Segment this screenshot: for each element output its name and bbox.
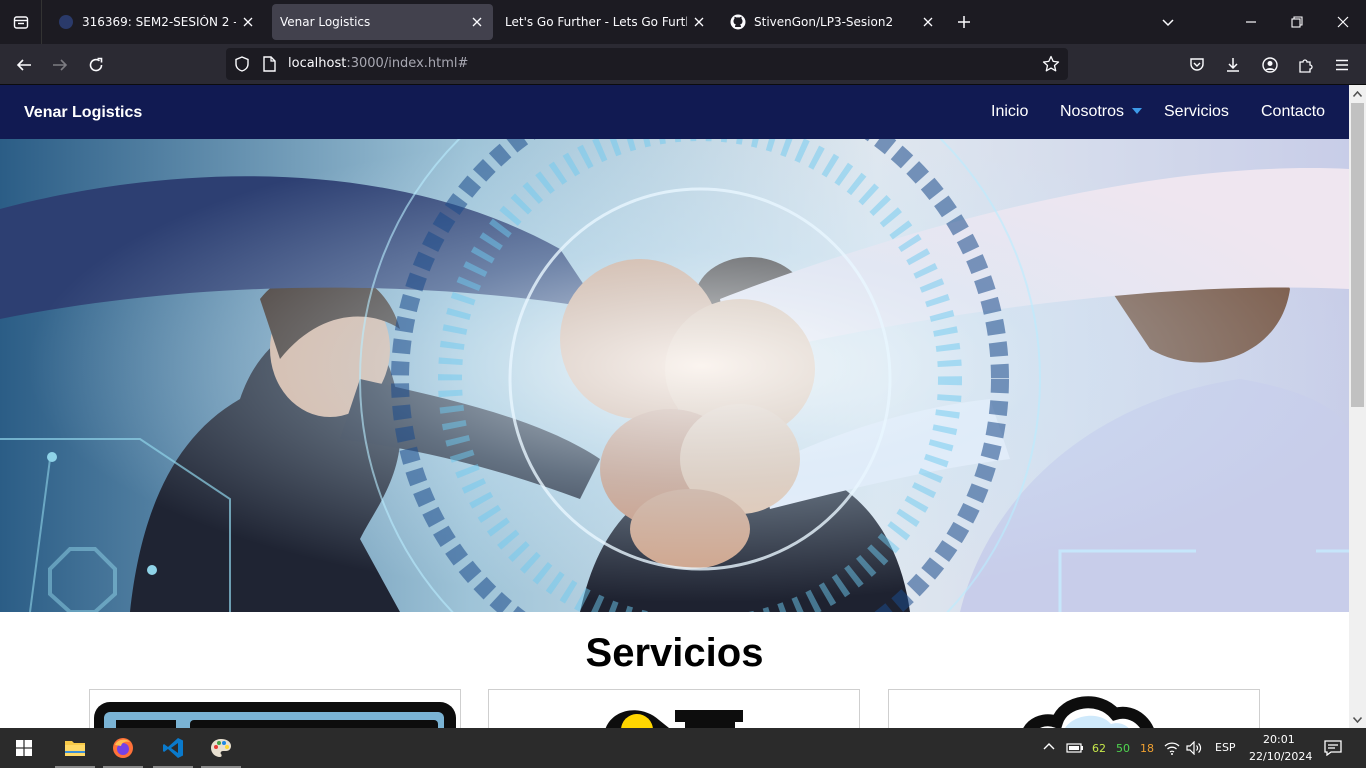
tab-venar-logistics[interactable]: Venar Logistics bbox=[272, 4, 493, 40]
wifi-icon[interactable] bbox=[1164, 741, 1180, 760]
nav-link-inicio[interactable]: Inicio bbox=[991, 103, 1028, 121]
restore-button[interactable] bbox=[1274, 0, 1320, 44]
show-hidden-icons-chevron-icon[interactable] bbox=[1042, 740, 1056, 759]
site-brand[interactable]: Venar Logistics bbox=[24, 104, 142, 122]
minimize-icon bbox=[1246, 21, 1256, 23]
tab-title: Venar Logistics bbox=[280, 15, 371, 29]
firefox-button[interactable] bbox=[99, 728, 147, 768]
download-icon bbox=[1227, 58, 1239, 72]
dropdown-caret-icon[interactable] bbox=[1132, 108, 1142, 114]
navigation-toolbar: localhost:3000/index.html# bbox=[0, 44, 1366, 85]
shield-icon[interactable] bbox=[234, 56, 250, 77]
tab-lets-go-further[interactable]: Let's Go Further - Lets Go Further - A bbox=[497, 4, 715, 40]
service-card-1[interactable] bbox=[89, 689, 461, 728]
new-tab-button[interactable] bbox=[952, 10, 976, 34]
tab-strip: 316369: SEM2-SESIÓN 2 - TALLE Venar Logi… bbox=[0, 0, 1366, 44]
arrow-left-icon bbox=[16, 59, 31, 71]
close-tab-icon[interactable] bbox=[920, 14, 936, 30]
service-card-image bbox=[94, 702, 456, 728]
tab-title: 316369: SEM2-SESIÓN 2 - TALLE bbox=[82, 15, 236, 29]
windows-logo-icon bbox=[16, 740, 32, 756]
tray-cpu-value: 62 bbox=[1092, 742, 1106, 755]
close-icon bbox=[1337, 16, 1349, 28]
extensions-button[interactable] bbox=[1291, 50, 1321, 80]
github-icon bbox=[730, 14, 746, 30]
puzzle-icon bbox=[1299, 59, 1313, 73]
notifications-icon[interactable] bbox=[1324, 740, 1342, 761]
service-card-3[interactable] bbox=[888, 689, 1260, 728]
reload-button[interactable] bbox=[81, 50, 111, 80]
reload-icon bbox=[89, 57, 103, 72]
services-heading: Servicios bbox=[585, 631, 764, 675]
url-host: localhost bbox=[288, 56, 347, 71]
chevron-down-icon bbox=[1162, 19, 1174, 27]
paint-palette-icon bbox=[211, 739, 231, 757]
service-card-image bbox=[605, 710, 743, 728]
arrow-right-icon bbox=[53, 59, 68, 71]
menu-button[interactable] bbox=[1327, 50, 1357, 80]
tray-gpu-value: 50 bbox=[1116, 742, 1130, 755]
nav-link-nosotros[interactable]: Nosotros bbox=[1060, 103, 1124, 121]
tray-clock-time[interactable]: 20:01 bbox=[1263, 733, 1295, 746]
close-tab-icon[interactable] bbox=[469, 14, 485, 30]
pocket-button[interactable] bbox=[1182, 50, 1212, 80]
tray-clock-date[interactable]: 22/10/2024 bbox=[1249, 750, 1312, 763]
site-header: Venar Logistics Inicio Nosotros Servicio… bbox=[0, 85, 1349, 139]
close-window-button[interactable] bbox=[1320, 0, 1366, 44]
url-path: :3000/index.html# bbox=[346, 56, 469, 71]
list-all-tabs-button[interactable] bbox=[1156, 10, 1180, 34]
paint-button[interactable] bbox=[197, 728, 245, 768]
page-icon[interactable] bbox=[262, 56, 276, 77]
minimize-button[interactable] bbox=[1228, 0, 1274, 44]
page-scrollbar[interactable] bbox=[1349, 85, 1366, 728]
windows-taskbar: 62 50 18 ESP 20:01 22/10/2024 bbox=[0, 728, 1366, 768]
restore-icon bbox=[1291, 16, 1303, 28]
tab-moodle[interactable]: 316369: SEM2-SESIÓN 2 - TALLE bbox=[50, 4, 264, 40]
tab-list-button[interactable] bbox=[0, 0, 42, 44]
battery-icon[interactable] bbox=[1066, 741, 1084, 759]
firefox-icon bbox=[113, 738, 133, 758]
tab-github[interactable]: StivenGon/LP3-Sesion2 bbox=[722, 4, 944, 40]
volume-icon[interactable] bbox=[1186, 740, 1202, 760]
downloads-button[interactable] bbox=[1218, 50, 1248, 80]
service-card-image bbox=[1023, 696, 1154, 728]
nav-link-servicios[interactable]: Servicios bbox=[1164, 103, 1229, 121]
plus-icon bbox=[958, 16, 970, 28]
moodle-favicon-icon bbox=[58, 14, 74, 30]
service-card-2[interactable] bbox=[488, 689, 860, 728]
tray-temp-value: 18 bbox=[1140, 742, 1154, 755]
account-button[interactable] bbox=[1255, 50, 1285, 80]
bookmark-star-icon[interactable] bbox=[1042, 55, 1060, 78]
url-bar[interactable]: localhost:3000/index.html# bbox=[226, 48, 1068, 80]
file-explorer-button[interactable] bbox=[51, 728, 99, 768]
folder-icon bbox=[65, 741, 85, 756]
hero-image bbox=[0, 139, 1349, 612]
url-text: localhost:3000/index.html# bbox=[288, 56, 468, 71]
start-button[interactable] bbox=[0, 728, 48, 768]
tab-title: StivenGon/LP3-Sesion2 bbox=[754, 15, 894, 29]
tab-list-icon bbox=[13, 16, 28, 29]
tab-title: Let's Go Further - Lets Go Further - A bbox=[505, 15, 687, 29]
hamburger-icon bbox=[1336, 59, 1348, 71]
close-tab-icon[interactable] bbox=[240, 14, 256, 30]
scroll-thumb[interactable] bbox=[1351, 103, 1364, 407]
account-icon bbox=[1262, 57, 1278, 73]
vscode-icon bbox=[163, 738, 183, 758]
back-button[interactable] bbox=[9, 50, 39, 80]
vscode-button[interactable] bbox=[149, 728, 197, 768]
input-language[interactable]: ESP bbox=[1215, 741, 1236, 754]
pocket-icon bbox=[1190, 58, 1204, 71]
scroll-down-arrow-icon[interactable] bbox=[1349, 711, 1366, 728]
scroll-up-arrow-icon[interactable] bbox=[1349, 85, 1366, 102]
forward-button[interactable] bbox=[45, 50, 75, 80]
nav-link-contacto[interactable]: Contacto bbox=[1261, 103, 1325, 121]
page-viewport: Venar Logistics Inicio Nosotros Servicio… bbox=[0, 85, 1366, 728]
close-tab-icon[interactable] bbox=[691, 14, 707, 30]
